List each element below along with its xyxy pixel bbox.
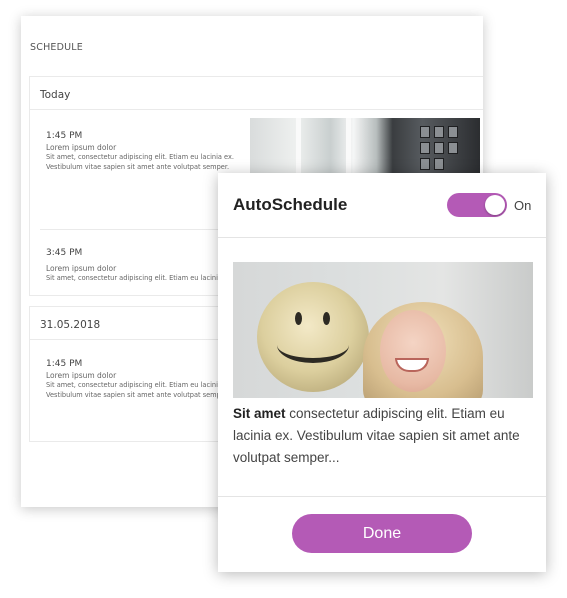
entry-photo bbox=[250, 118, 480, 178]
entry-description-line: Sit amet, consectetur adipiscing elit. E… bbox=[46, 274, 241, 282]
schedule-entry[interactable]: 1:45 PM Lorem ipsum dolor Sit amet, cons… bbox=[46, 359, 234, 400]
entry-time: 3:45 PM bbox=[46, 248, 83, 258]
body-bold-text: Sit amet bbox=[233, 406, 286, 421]
dialog-title: AutoSchedule bbox=[233, 195, 348, 214]
autoschedule-dialog: AutoSchedule On Sit amet consectetur adi… bbox=[218, 173, 546, 572]
footer-divider bbox=[218, 496, 546, 497]
schedule-title: SCHEDULE bbox=[30, 42, 83, 53]
toggle-knob bbox=[485, 195, 505, 215]
schedule-entry[interactable]: 1:45 PM Lorem ipsum dolor Sit amet, cons… bbox=[46, 131, 234, 172]
entry-subtitle: Lorem ipsum dolor bbox=[46, 143, 117, 152]
autoschedule-toggle[interactable] bbox=[447, 193, 507, 217]
entry-description-line: Sit amet, consectetur adipiscing elit. E… bbox=[46, 381, 234, 389]
smiley-balloon bbox=[257, 282, 369, 392]
entry-subtitle: Lorem ipsum dolor bbox=[46, 264, 117, 273]
done-button[interactable]: Done bbox=[292, 514, 472, 553]
schedule-entry[interactable]: 3:45 PM Lorem ipsum dolor Sit amet, cons… bbox=[46, 248, 241, 283]
dialog-body-text: Sit amet consectetur adipiscing elit. Et… bbox=[233, 403, 533, 469]
entry-time: 1:45 PM bbox=[46, 359, 83, 369]
entry-description-line: Vestibulum vitae sapien sit amet ante vo… bbox=[46, 163, 230, 171]
hero-image bbox=[233, 262, 533, 398]
entry-description-line: Vestibulum vitae sapien sit amet ante vo… bbox=[46, 391, 230, 399]
entry-subtitle: Lorem ipsum dolor bbox=[46, 371, 117, 380]
entry-description-line: Sit amet, consectetur adipiscing elit. E… bbox=[46, 153, 234, 161]
toggle-state-label: On bbox=[514, 198, 532, 213]
entry-time: 1:45 PM bbox=[46, 131, 83, 141]
section-header: Today bbox=[30, 77, 483, 110]
header-divider bbox=[218, 237, 546, 238]
